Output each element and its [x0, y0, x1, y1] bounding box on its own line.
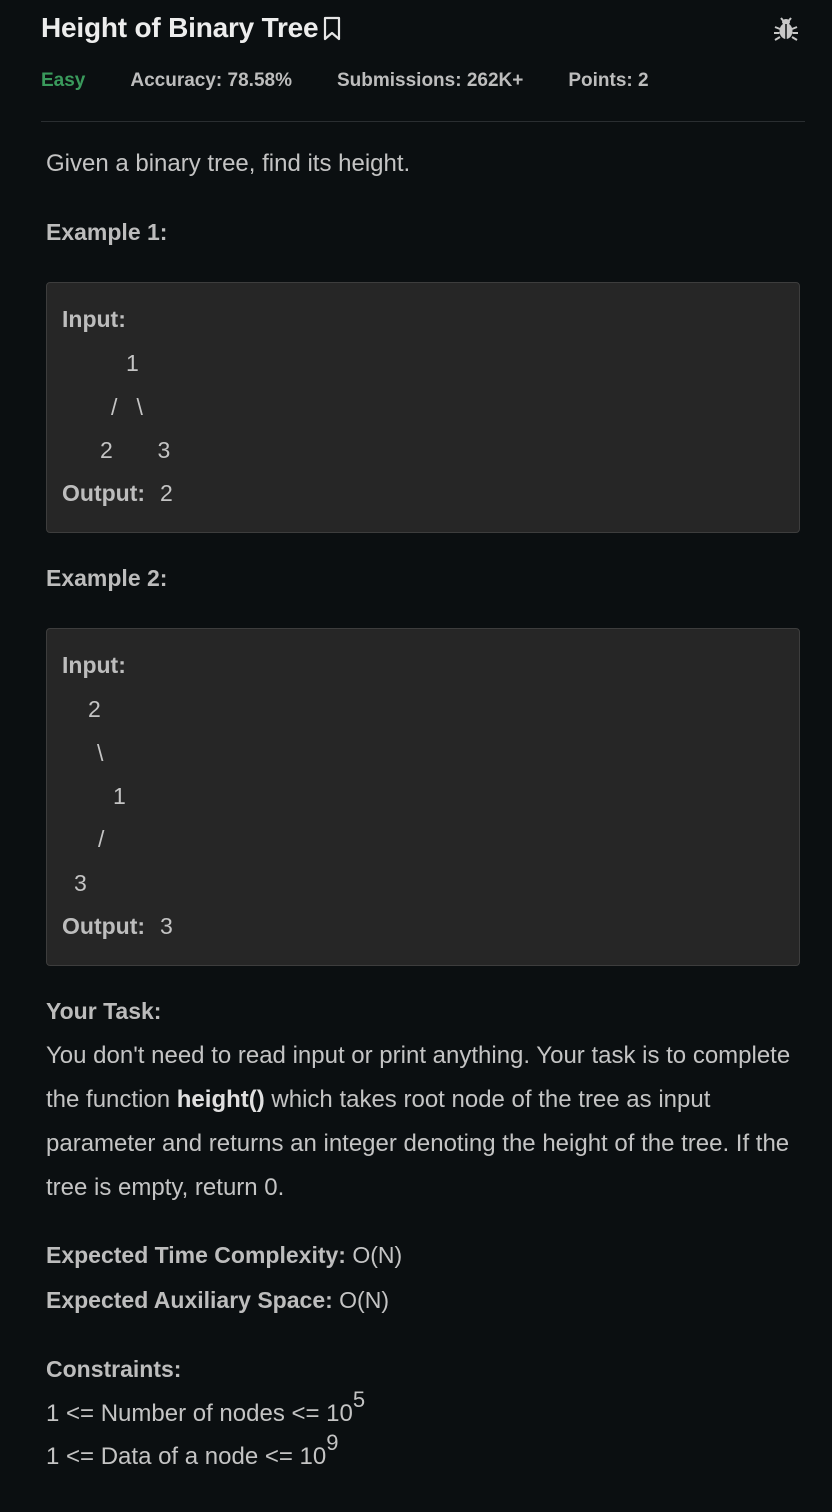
constraints-heading-text: Constraints:: [46, 1356, 182, 1382]
tree-line: 1: [126, 350, 139, 376]
submissions-stat: Submissions: 262K+: [336, 70, 524, 91]
tree-line: / \: [111, 394, 143, 420]
difficulty-badge: Easy: [41, 70, 86, 91]
output-value: 3: [160, 913, 173, 939]
tree-line: 2: [88, 696, 101, 722]
title-row: Height of Binary Tree: [41, 12, 343, 44]
space-complexity: Expected Auxiliary Space: O(N): [46, 1287, 389, 1314]
problem-header: Height of Binary Tree Easy Accuracy: 78.…: [41, 0, 805, 122]
constraint-2-text: 1 <= Data of a node <= 10: [46, 1443, 327, 1470]
tree-line: 2 3: [100, 437, 171, 463]
task-description: You don't need to read input or print an…: [46, 1034, 806, 1210]
accuracy-stat: Accuracy: 78.58%: [130, 70, 292, 91]
example-1-box: Input: 1 / \ 2 3 Output: 2: [46, 282, 800, 533]
input-label: Input:: [62, 306, 126, 332]
example-2-box: Input: 2 \ 1 / 3 Output: 3: [46, 628, 800, 966]
problem-meta: Easy Accuracy: 78.58% Submissions: 262K+…: [41, 70, 694, 92]
example-2-label: Example 2:: [46, 565, 168, 591]
time-complexity-label: Expected Time Complexity:: [46, 1242, 346, 1268]
problem-description: Given a binary tree, find its height.: [46, 150, 411, 177]
bug-icon[interactable]: [773, 16, 799, 42]
output-label: Output:: [62, 913, 146, 939]
constraint-1-exponent: 5: [352, 1387, 366, 1412]
example-1-label: Example 1:: [46, 219, 168, 245]
constraint-line-1: 1 <= Number of nodes <= 105: [46, 1389, 365, 1428]
task-heading: Your Task:: [46, 998, 162, 1024]
tree-line: 3: [74, 870, 87, 896]
tree-line: 1: [113, 783, 126, 809]
output-label: Output:: [62, 480, 146, 506]
space-complexity-value: O(N): [339, 1287, 389, 1313]
output-value: 2: [160, 480, 173, 506]
time-complexity-value: O(N): [352, 1242, 403, 1268]
function-name: height(): [176, 1086, 265, 1113]
problem-title: Height of Binary Tree: [41, 12, 319, 43]
constraint-2-exponent: 9: [326, 1430, 339, 1455]
time-complexity: Expected Time Complexity: O(N): [46, 1242, 402, 1269]
space-complexity-label: Expected Auxiliary Space:: [46, 1287, 333, 1313]
constraints-heading: Constraints:: [46, 1356, 181, 1383]
constraint-1-text: 1 <= Number of nodes <= 10: [46, 1400, 353, 1427]
tree-line: /: [98, 826, 105, 852]
constraint-line-2: 1 <= Data of a node <= 109: [46, 1432, 338, 1471]
bookmark-icon[interactable]: [321, 16, 343, 42]
points-stat: Points: 2: [568, 70, 649, 91]
tree-line: \: [97, 740, 104, 766]
input-label: Input:: [62, 652, 126, 678]
